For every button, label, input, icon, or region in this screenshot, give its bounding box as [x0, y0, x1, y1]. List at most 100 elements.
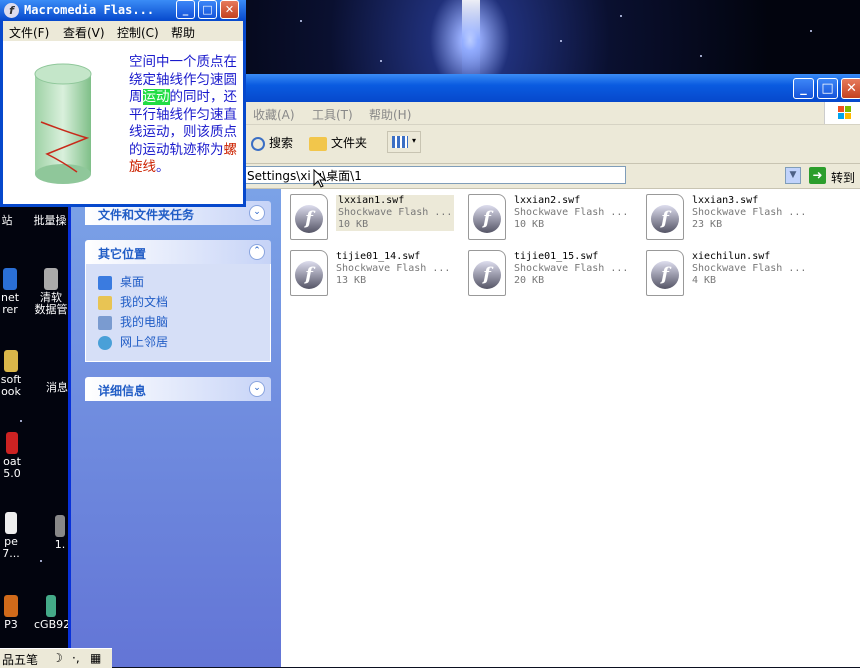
file-name: lxxian1.swf [338, 195, 405, 206]
desktop-icon-label: cGB92 [34, 618, 71, 631]
app-icon [46, 595, 56, 617]
details-title: 详细信息 [98, 384, 147, 398]
file-name: lxxian3.swf [692, 195, 759, 206]
maximize-button[interactable]: □ [198, 0, 217, 19]
desktop-icon-label: 站 [1, 214, 13, 227]
desktop-icon-label: net rer [0, 291, 20, 316]
place-my-computer[interactable]: 我的电脑 [98, 313, 168, 330]
desktop-icon[interactable]: soft ook [0, 350, 22, 398]
ime-toolbar: 品五笔 ☽ ·, ▦ [0, 648, 112, 668]
folders-label: 文件夹 [331, 136, 368, 150]
views-icon [392, 136, 408, 148]
place-my-documents[interactable]: 我的文档 [98, 293, 168, 310]
maximize-button[interactable]: □ [817, 78, 838, 99]
desktop-icon[interactable]: net rer [0, 268, 20, 316]
desktop-icon[interactable]: 1. [52, 515, 68, 551]
desktop-icon[interactable]: oat 5.0 [0, 432, 24, 480]
desktop-icon[interactable]: 消息 [46, 382, 68, 394]
chevron-down-icon[interactable]: ⌄ [249, 205, 265, 221]
file-size: 23 KB [692, 219, 723, 230]
file-size: 13 KB [336, 275, 367, 286]
ie-icon [3, 268, 17, 290]
desktop-icon-label: 清软 数据管 [34, 291, 68, 316]
desktop-icon-label: pe 7... [2, 535, 20, 560]
desktop-icon[interactable]: 批量操 [32, 215, 68, 227]
file-type: Shockwave Flash ... [692, 263, 807, 274]
file-name: xiechilun.swf [692, 251, 771, 262]
details-panel-header[interactable]: 详细信息 ⌄ [85, 377, 271, 401]
desktop-icon[interactable]: 站 [0, 215, 14, 227]
file-item[interactable]: f lxxian2.swf Shockwave Flash ... 10 KB [468, 194, 638, 244]
menu-help[interactable]: 帮助(H) [369, 106, 411, 123]
other-places-panel-header[interactable]: 其它位置 ⌃ [85, 240, 271, 264]
menu-help[interactable]: 帮助 [171, 24, 195, 41]
go-button[interactable]: 转到 [831, 169, 855, 186]
flash-file-icon: f [290, 194, 328, 240]
file-type: Shockwave Flash ... [692, 207, 807, 218]
documents-folder-icon [98, 295, 112, 310]
flash-file-icon: f [290, 250, 328, 296]
desktop-icon[interactable]: pe 7... [0, 512, 22, 560]
outlook-icon [4, 350, 18, 372]
close-button[interactable]: ✕ [841, 78, 860, 99]
file-size: 20 KB [514, 275, 545, 286]
flash-file-icon: f [468, 194, 506, 240]
menu-view[interactable]: 查看(V) [63, 24, 105, 41]
file-name: tijie01_14.swf [336, 251, 421, 262]
minimize-button[interactable]: _ [793, 78, 814, 99]
file-name: tijie01_15.swf [514, 251, 599, 262]
desktop-icon-label: soft ook [0, 373, 22, 398]
go-arrow-icon[interactable]: ➜ [809, 167, 826, 184]
desktop-icon[interactable]: 清软 数据管 [34, 268, 68, 316]
desktop-icon[interactable]: cGB92 [34, 595, 71, 631]
keyboard-icon[interactable]: ▦ [90, 651, 101, 665]
file-item[interactable]: f tijie01_14.swf Shockwave Flash ... 13 KB [290, 250, 460, 300]
flash-description: 空间中一个质点在绕定轴线作匀速圆周运动的同时，还平行轴线作匀速直线运动，则该质点… [129, 54, 237, 175]
file-type: Shockwave Flash ... [338, 207, 453, 218]
flash-player-window: f Macromedia Flas... _ □ ✕ 文件(F) 查看(V) 控… [0, 0, 246, 207]
flash-app-icon: f [4, 3, 19, 18]
views-button[interactable]: ▾ [387, 131, 421, 153]
chevron-down-icon: ▾ [412, 136, 417, 145]
close-button[interactable]: ✕ [220, 0, 239, 19]
desktop-icon-label: oat 5.0 [3, 455, 21, 480]
folders-button[interactable]: 文件夹 [309, 134, 367, 151]
menu-file[interactable]: 文件(F) [9, 24, 49, 41]
desktop-icon-label: 消息 [46, 381, 68, 394]
file-item[interactable]: f lxxian1.swf Shockwave Flash ... 10 KB [290, 194, 460, 244]
punctuation-icon[interactable]: ·, [72, 651, 80, 665]
file-size: 10 KB [514, 219, 545, 230]
menu-control[interactable]: 控制(C) [117, 24, 159, 41]
chevron-up-icon[interactable]: ⌃ [249, 244, 265, 260]
ime-mode-label[interactable]: 品五笔 [2, 651, 38, 668]
desktop-wallpaper-light [462, 0, 480, 80]
file-type: Shockwave Flash ... [514, 263, 629, 274]
flash-file-icon: f [646, 250, 684, 296]
other-places-panel: 桌面 我的文档 我的电脑 网上邻居 [85, 264, 271, 362]
search-icon [251, 136, 265, 151]
moon-icon[interactable]: ☽ [52, 651, 63, 665]
file-item[interactable]: f tijie01_15.swf Shockwave Flash ... 20 KB [468, 250, 638, 300]
place-network[interactable]: 网上邻居 [98, 333, 168, 350]
address-dropdown-button[interactable]: ▼ [785, 167, 801, 184]
file-item[interactable]: f xiechilun.swf Shockwave Flash ... 4 KB [646, 250, 816, 300]
desktop-icon-label: P3 [4, 618, 18, 631]
app-icon [5, 512, 17, 534]
mouse-cursor-icon [313, 169, 327, 188]
place-desktop[interactable]: 桌面 [98, 273, 144, 290]
desktop-icon [98, 275, 112, 290]
menu-tools[interactable]: 工具(T) [312, 106, 353, 123]
desktop-icon[interactable]: P3 [0, 595, 22, 631]
menu-favorites[interactable]: 收藏(A) [253, 106, 295, 123]
search-button[interactable]: 搜索 [251, 134, 293, 151]
windows-logo-icon [824, 102, 860, 124]
file-size: 10 KB [338, 219, 369, 230]
file-item[interactable]: f lxxian3.swf Shockwave Flash ... 23 KB [646, 194, 816, 244]
desktop-icon-label: 1. [54, 538, 66, 551]
flash-titlebar[interactable]: f Macromedia Flas... _ □ ✕ [0, 0, 246, 21]
flash-window-title: Macromedia Flas... [24, 3, 155, 17]
mp3-icon [4, 595, 18, 617]
computer-icon [98, 315, 112, 330]
minimize-button[interactable]: _ [176, 0, 195, 19]
chevron-down-icon[interactable]: ⌄ [249, 381, 265, 397]
